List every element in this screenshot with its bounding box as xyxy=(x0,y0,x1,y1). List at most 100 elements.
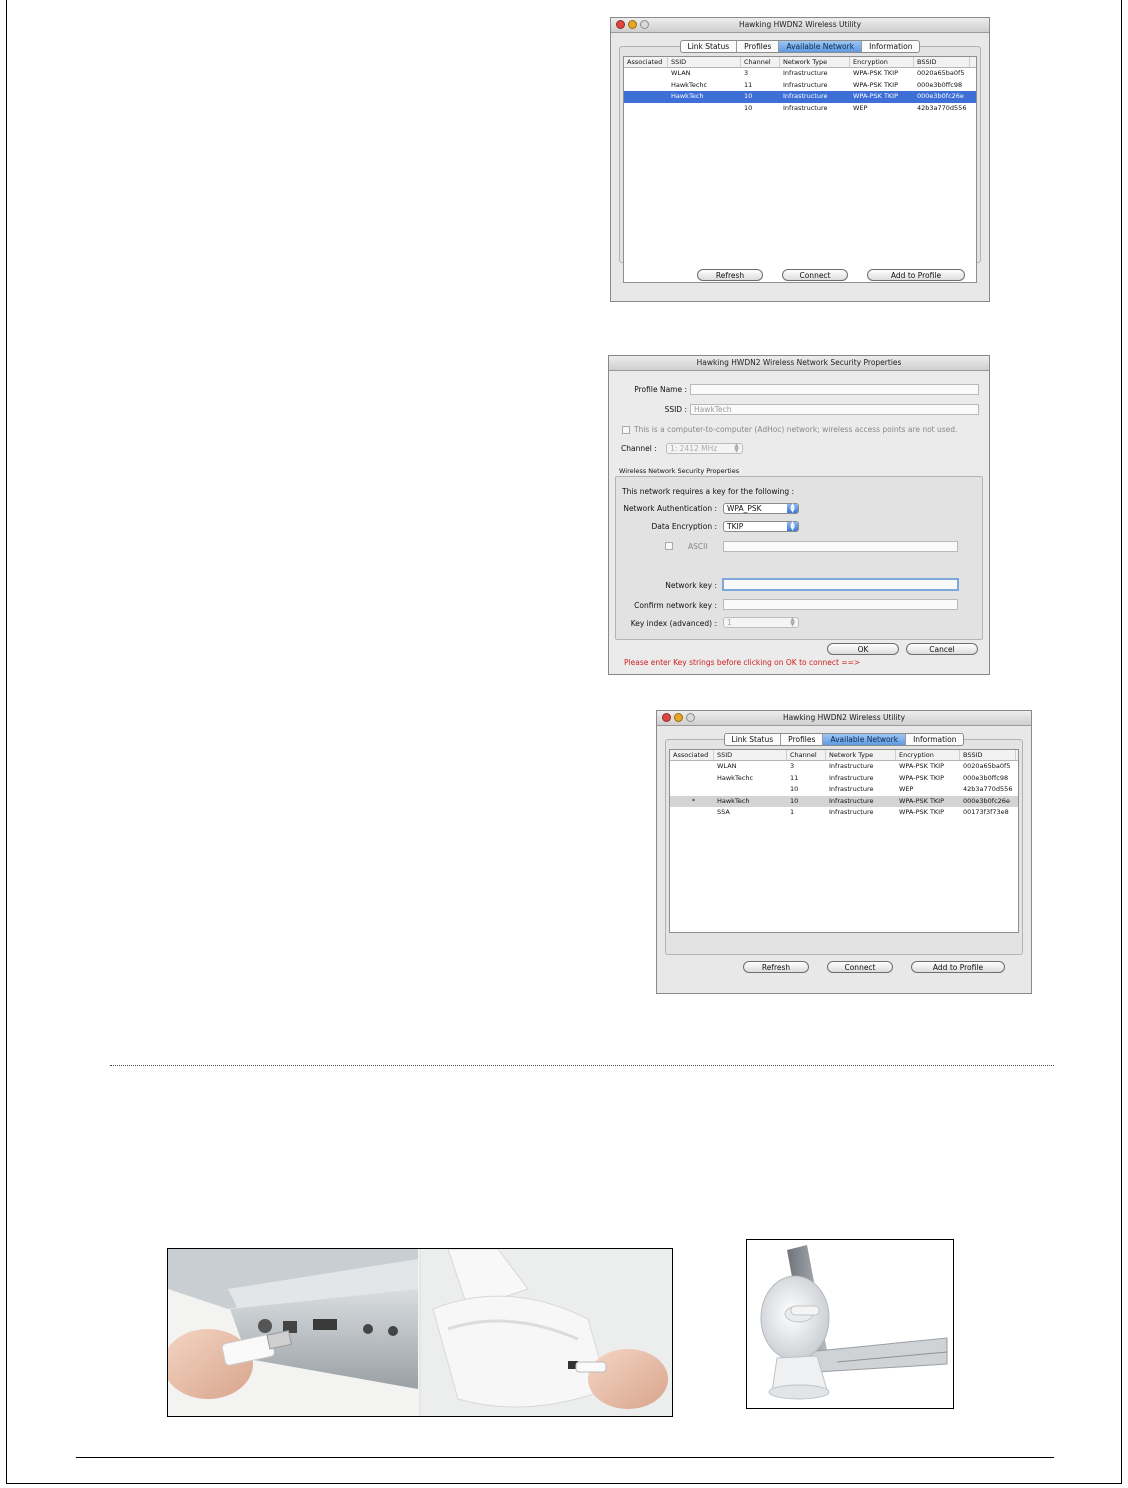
channel-select[interactable]: 1: 2412 MHz ▲ ▼ xyxy=(666,443,743,454)
table-cell: 0020a65ba0f5 xyxy=(963,762,1011,770)
stepper-arrows-icon: ▲ ▼ xyxy=(790,616,795,628)
ascii-label: ASCII xyxy=(688,542,708,551)
table-cell xyxy=(624,91,668,103)
tab-available-network[interactable]: Available Network xyxy=(779,41,863,52)
ssid-label: SSID : xyxy=(664,405,687,414)
table-cell: 1 xyxy=(790,808,795,816)
minimize-window-icon[interactable] xyxy=(628,20,637,29)
table-cell: WPA-PSK TKIP xyxy=(853,92,899,100)
tab-link-status[interactable]: Link Status xyxy=(725,734,782,745)
adhoc-checkbox[interactable] xyxy=(622,426,630,434)
table-cell: WPA-PSK TKIP xyxy=(899,808,945,816)
table-cell: Infrastructure xyxy=(829,773,874,782)
column-header[interactable]: Network Type xyxy=(826,750,896,760)
warning-message: Please enter Key strings before clicking… xyxy=(624,658,861,667)
select-arrows-icon: ▲ ▼ xyxy=(787,503,798,513)
channel-value: 1: 2412 MHz xyxy=(670,444,718,453)
table-cell: Infrastructure xyxy=(829,796,874,805)
column-header[interactable]: Associated xyxy=(624,57,668,67)
close-window-icon[interactable] xyxy=(616,20,625,29)
column-header[interactable]: Associated xyxy=(670,750,714,760)
tab-profiles[interactable]: Profiles xyxy=(781,734,824,745)
table-row[interactable]: WLAN 3 Infrastructure WPA-PSK TKIP 0020a65ba… xyxy=(670,761,1018,773)
table-cell: Infrastructure xyxy=(829,808,874,816)
ssid-input[interactable]: HawkTech xyxy=(690,404,979,415)
key-index-value: 1 xyxy=(727,618,732,627)
tab-link-status[interactable]: Link Status xyxy=(681,41,738,52)
table-cell xyxy=(624,80,668,92)
connect-button[interactable]: Connect xyxy=(827,961,893,973)
footer-rule xyxy=(76,1457,1054,1458)
table-cell: 10 xyxy=(790,796,799,805)
window-title: Hawking HWDN2 Wireless Utility xyxy=(782,713,906,722)
table-cell: WPA-PSK TKIP xyxy=(853,69,899,77)
tab-information[interactable]: Information xyxy=(862,41,919,52)
table-cell: HawkTechc xyxy=(671,80,708,89)
key-index-select[interactable]: 1 ▲ ▼ xyxy=(723,617,799,628)
ascii-key-input[interactable] xyxy=(723,541,958,552)
select-arrows-icon: ▲ ▼ xyxy=(787,521,798,531)
tab-available-network[interactable]: Available Network xyxy=(823,734,907,745)
table-cell: WPA-PSK TKIP xyxy=(899,796,945,805)
table-cell: * xyxy=(691,796,696,805)
refresh-button[interactable]: Refresh xyxy=(697,269,763,281)
table-row[interactable]: 10 Infrastructure WEP 42b3a770d556 xyxy=(670,784,1018,796)
table-cell: 000e3b0ffc98 xyxy=(963,773,1009,782)
security-group-title: Wireless Network Security Properties xyxy=(619,467,740,475)
confirm-network-key-input[interactable] xyxy=(723,599,958,610)
data-encryption-select[interactable]: TKIP ▲ ▼ xyxy=(723,521,799,532)
table-cell xyxy=(670,773,714,785)
table-cell: 10 xyxy=(744,103,753,112)
table-row[interactable]: WLAN 3 Infrastructure WPA-PSK TKIP 0020a65ba… xyxy=(624,68,976,80)
minimize-window-icon[interactable] xyxy=(674,713,683,722)
table-row[interactable]: 10 Infrastructure WEP 42b3a770d556 xyxy=(624,103,976,115)
usb-connection-illustration xyxy=(168,1249,672,1416)
column-header[interactable]: Encryption xyxy=(896,750,960,760)
dialog-titlebar: Hawking HWDN2 Wireless Network Security … xyxy=(609,356,989,371)
table-cell: WEP xyxy=(853,103,868,112)
profile-name-input[interactable] xyxy=(690,384,979,395)
connect-button[interactable]: Connect xyxy=(782,269,848,281)
refresh-button[interactable]: Refresh xyxy=(743,961,809,973)
tab-profiles[interactable]: Profiles xyxy=(737,41,780,52)
zoom-window-icon[interactable] xyxy=(686,713,695,722)
table-row[interactable]: HawkTech 10 Infrastructure WPA-PSK TKIP 000e… xyxy=(624,91,976,103)
table-cell: 00173f3f73e8 xyxy=(963,808,1009,816)
table-cell: Infrastructure xyxy=(783,69,828,77)
table-row[interactable]: SSA 1 Infrastructure WPA-PSK TKIP 00173f3f73… xyxy=(670,807,1018,819)
table-cell: 10 xyxy=(790,785,799,793)
column-header[interactable]: BSSID xyxy=(960,750,1016,760)
table-cell: 000e3b0fc26e xyxy=(963,796,1010,805)
table-cell: 0020a65ba0f5 xyxy=(917,69,965,77)
table-cell: 000e3b0ffc98 xyxy=(917,80,963,89)
table-cell: Infrastructure xyxy=(783,80,828,89)
column-header[interactable]: SSID xyxy=(714,750,787,760)
key-index-label: Key index (advanced) : xyxy=(630,619,717,628)
ok-button[interactable]: OK xyxy=(827,643,899,655)
ascii-checkbox[interactable] xyxy=(665,542,673,550)
column-header[interactable]: Encryption xyxy=(850,57,914,67)
utility-window-1: Hawking HWDN2 Wireless Utility Associate… xyxy=(610,17,990,302)
table-cell: WEP xyxy=(899,785,914,793)
channel-label: Channel : xyxy=(621,444,657,453)
security-properties-dialog: Hawking HWDN2 Wireless Network Security … xyxy=(608,355,990,675)
section-divider xyxy=(110,1065,1054,1066)
table-row[interactable]: HawkTechc 11 Infrastructure WPA-PSK TKIP 000… xyxy=(670,773,1018,785)
network-authentication-select[interactable]: WPA_PSK ▲ ▼ xyxy=(723,503,799,514)
tab-information[interactable]: Information xyxy=(906,734,963,745)
column-header[interactable]: Channel xyxy=(741,57,780,67)
column-header[interactable]: SSID xyxy=(668,57,741,67)
table-row[interactable]: * HawkTech 10 Infrastructure WPA-PSK TKIP 000… xyxy=(670,795,1018,807)
table-cell: WLAN xyxy=(717,762,737,770)
column-header[interactable]: Channel xyxy=(787,750,826,760)
table-cell: 42b3a770d556 xyxy=(917,103,967,112)
column-header[interactable]: Network Type xyxy=(780,57,850,67)
cancel-button[interactable]: Cancel xyxy=(906,643,978,655)
add-to-profile-button[interactable]: Add to Profile xyxy=(867,269,965,281)
table-row[interactable]: HawkTechc 11 Infrastructure WPA-PSK TKIP 000… xyxy=(624,80,976,92)
close-window-icon[interactable] xyxy=(662,713,671,722)
add-to-profile-button[interactable]: Add to Profile xyxy=(911,961,1005,973)
network-key-input[interactable] xyxy=(722,578,959,591)
zoom-window-icon[interactable] xyxy=(640,20,649,29)
column-header[interactable]: BSSID xyxy=(914,57,970,67)
